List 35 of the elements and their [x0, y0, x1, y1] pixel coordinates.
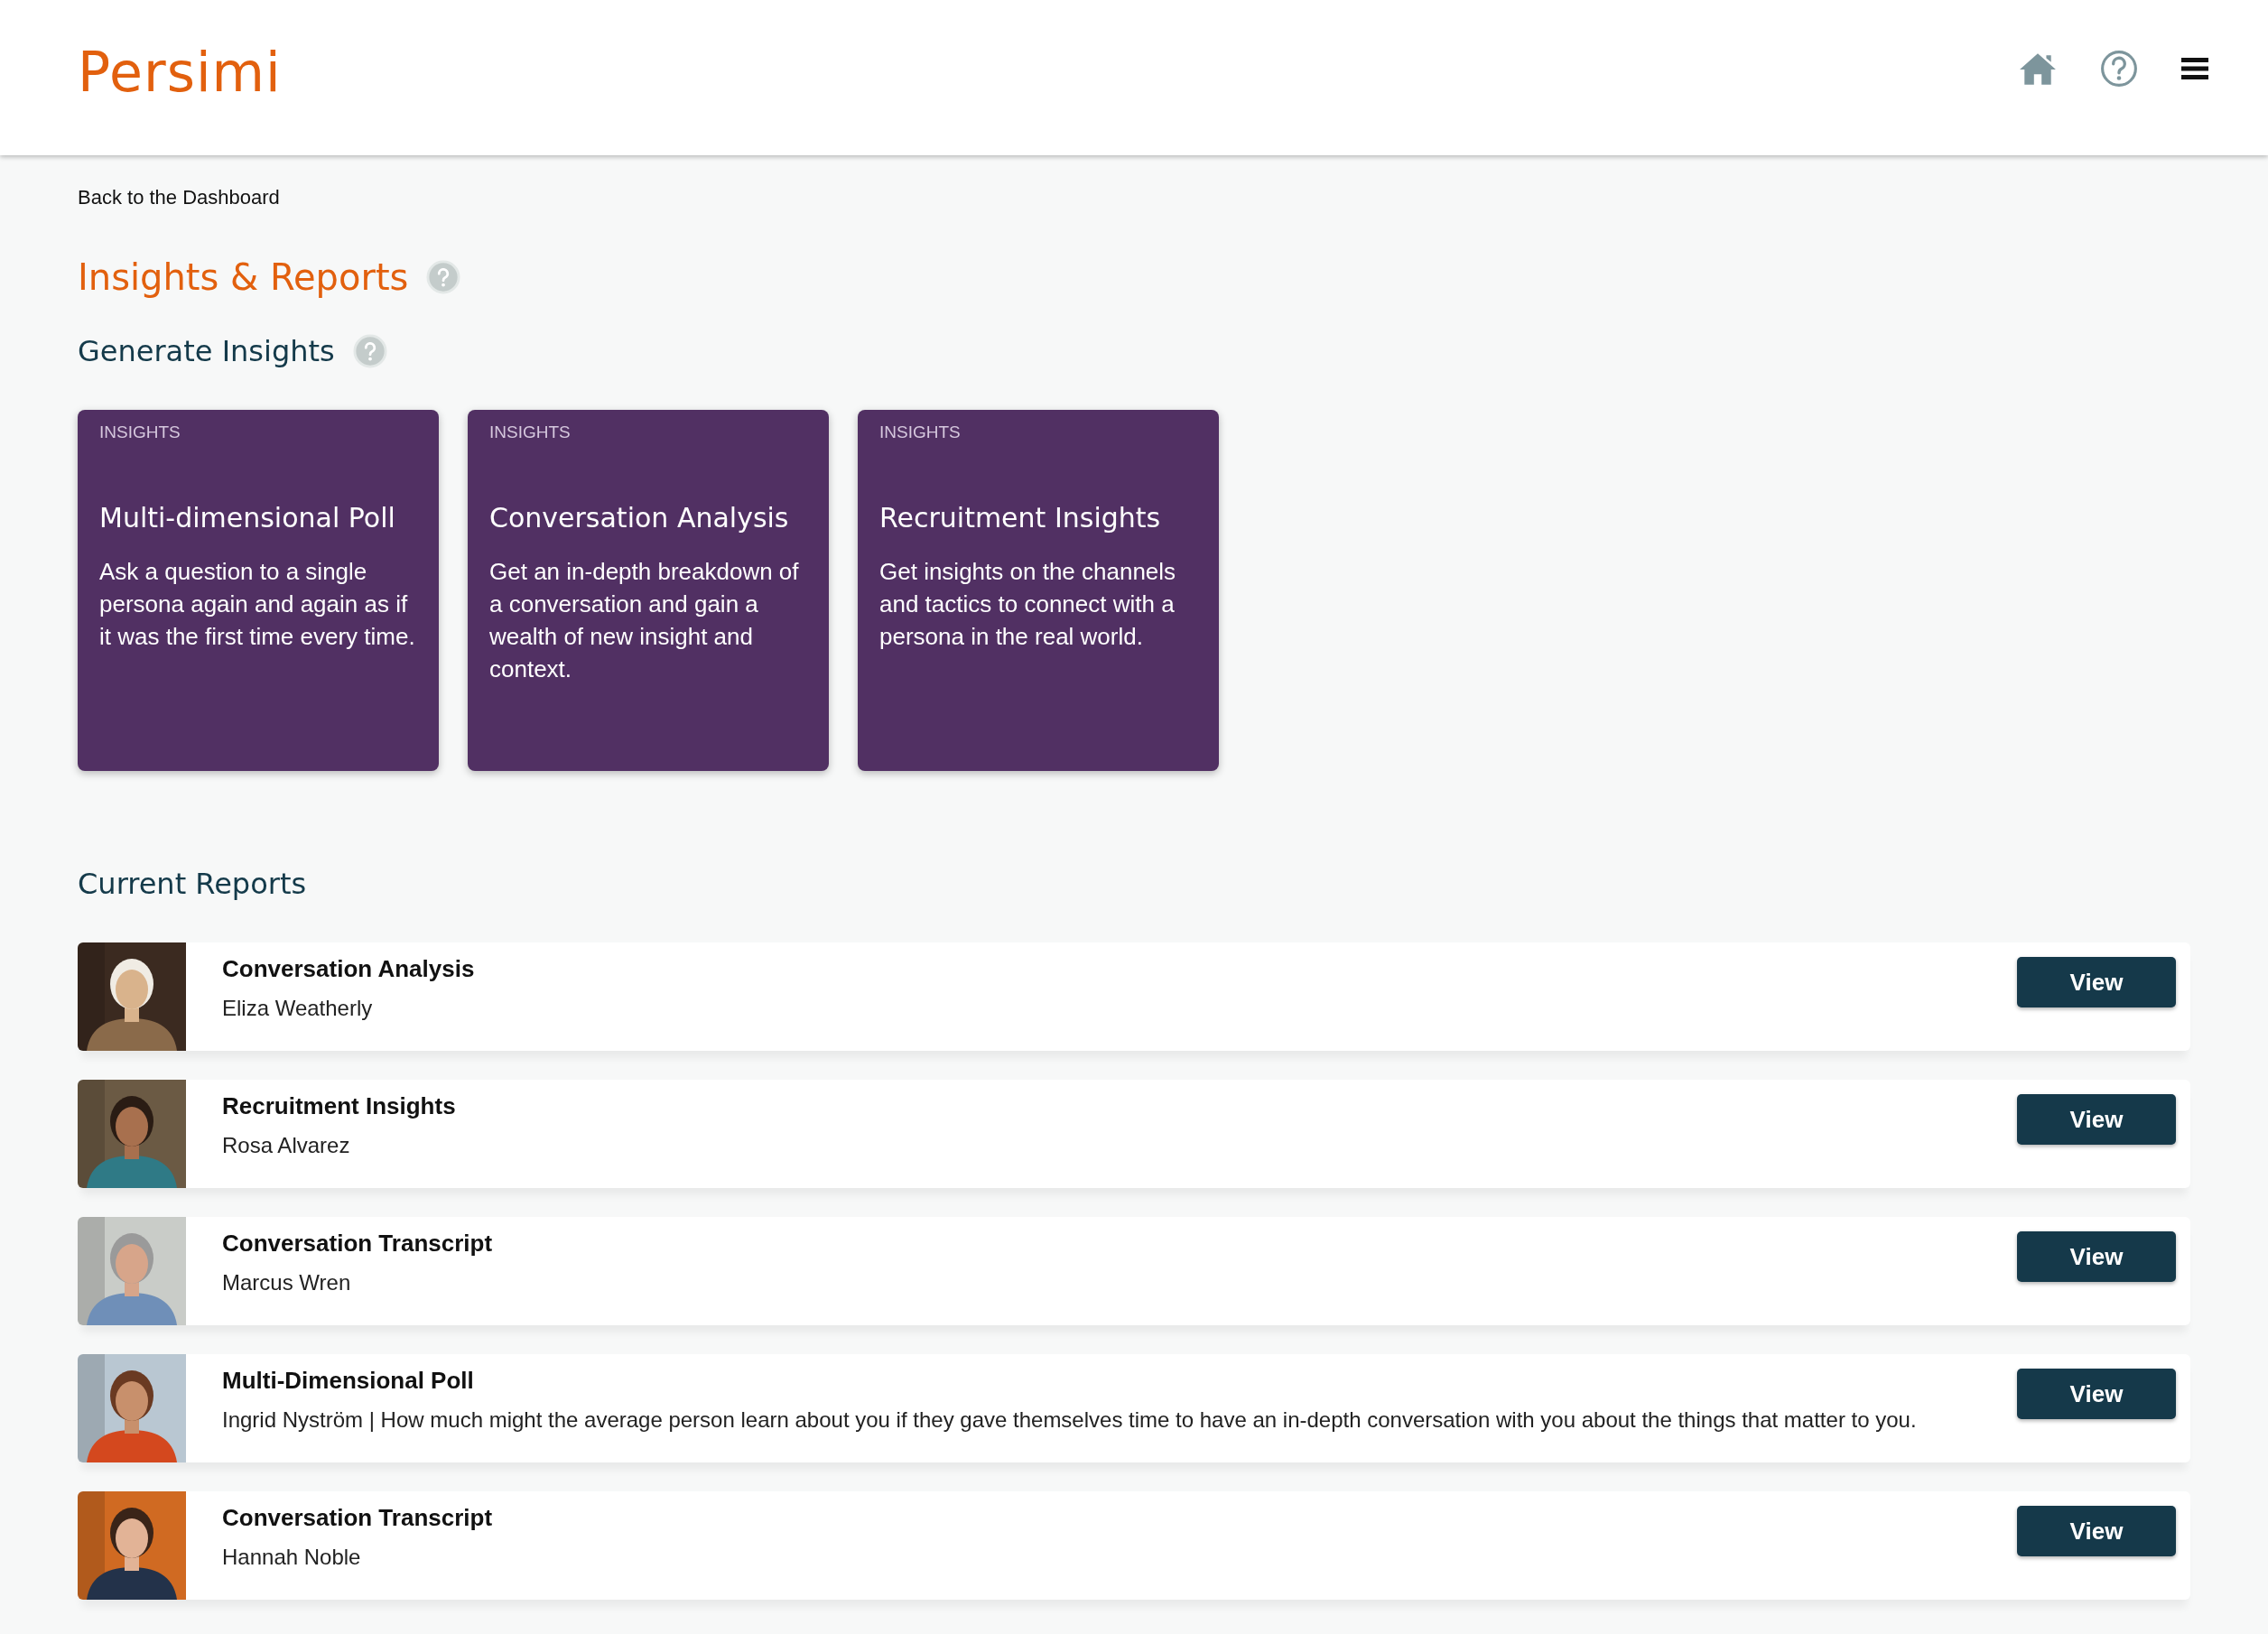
view-button[interactable]: View: [2017, 957, 2176, 1007]
report-subtitle: Eliza Weatherly: [222, 996, 373, 1021]
report-title: Conversation Transcript: [222, 1504, 493, 1532]
report-subtitle: Hannah Noble: [222, 1545, 361, 1570]
view-button[interactable]: View: [2017, 1369, 2176, 1419]
view-button[interactable]: View: [2017, 1094, 2176, 1145]
card-title: Recruitment Insights: [879, 502, 1161, 534]
insight-card[interactable]: INSIGHTS Conversation Analysis Get an in-depth breakdown of a conversation and gain a wealth of new insight and context.: [468, 410, 829, 771]
report-title: Multi-Dimensional Poll: [222, 1367, 474, 1395]
card-description: Ask a question to a single persona again and again as if it was the first time every time.: [99, 557, 416, 652]
insight-card[interactable]: INSIGHTS Recruitment Insights Get insights on the channels and tactics to connect with a persona in the real world.: [858, 410, 1219, 771]
page-title: Insights & Reports: [78, 256, 409, 298]
report-title: Conversation Transcript: [222, 1230, 493, 1258]
section-title: Generate Insights: [78, 334, 335, 368]
report-subtitle: Marcus Wren: [222, 1270, 351, 1295]
card-description: Get an in-depth breakdown of a conversation and gain a wealth of new insight and context.: [489, 557, 800, 684]
card-description: Get insights on the channels and tactics to connect with a persona in the real world.: [879, 557, 1177, 652]
help-icon[interactable]: [2100, 50, 2138, 88]
card-title: Multi-dimensional Poll: [99, 502, 395, 534]
home-icon[interactable]: [2019, 51, 2057, 86]
back-link[interactable]: Back to the Dashboard: [78, 186, 280, 209]
view-button[interactable]: View: [2017, 1506, 2176, 1556]
report-title: Recruitment Insights: [222, 1092, 456, 1120]
logo[interactable]: Persimi: [78, 41, 282, 104]
report-subtitle: Ingrid Nyström | How much might the average person learn about you if they gave themselves time to have an in-depth conversation with you about the things that matter to you.: [222, 1407, 1917, 1433]
card-title: Conversation Analysis: [489, 502, 789, 534]
section-title: Current Reports: [78, 867, 308, 901]
card-tag: INSIGHTS: [99, 422, 181, 442]
report-title: Conversation Analysis: [222, 955, 475, 983]
card-tag: INSIGHTS: [489, 422, 571, 442]
insight-card[interactable]: INSIGHTS Multi-dimensional Poll Ask a question to a single persona again and again as if it was the first time every time.: [78, 410, 439, 771]
menu-icon[interactable]: [2181, 57, 2208, 80]
report-subtitle: Rosa Alvarez: [222, 1133, 350, 1158]
card-tag: INSIGHTS: [879, 422, 961, 442]
view-button[interactable]: View: [2017, 1231, 2176, 1282]
